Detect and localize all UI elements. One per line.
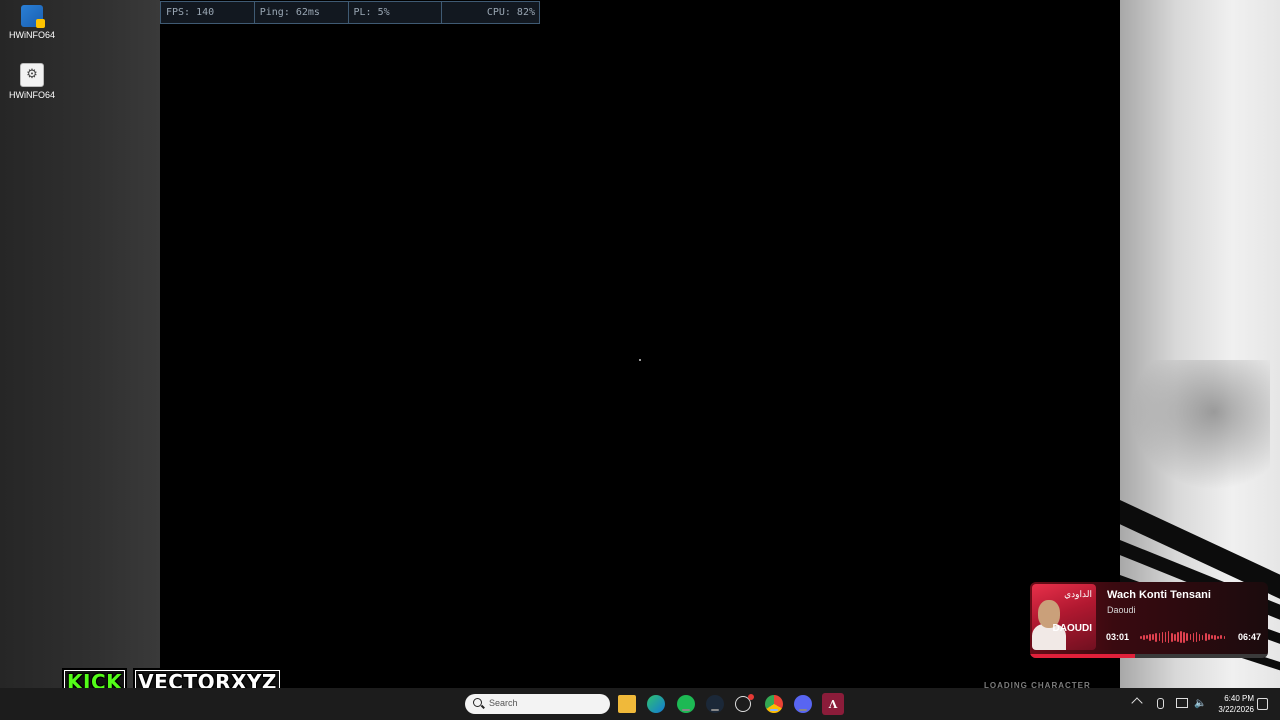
waveform-bar [1183, 631, 1185, 643]
notification-dot [748, 694, 754, 700]
waveform-bar [1223, 635, 1226, 639]
album-artist-text: DAOUDI [1052, 623, 1092, 634]
ping-readout: Ping: 62ms [255, 2, 349, 23]
microphone-icon[interactable] [1157, 698, 1164, 709]
waveform-bar [1204, 633, 1207, 641]
waveform-bar [1220, 635, 1223, 639]
waveform-bar [1192, 632, 1195, 642]
taskbar-search-box[interactable]: Search [465, 694, 610, 714]
song-artist: Daoudi [1107, 605, 1136, 615]
discord-icon[interactable] [794, 695, 812, 713]
desktop-icon-label: HWiNFO64 [8, 30, 55, 40]
waveform-bar [1208, 634, 1210, 640]
app-red-icon[interactable]: Λ [822, 693, 844, 715]
waveform-bar [1201, 634, 1204, 640]
waveform-bar [1217, 635, 1219, 639]
waveform-bar [1211, 635, 1213, 639]
notification-center-icon[interactable] [1257, 698, 1268, 710]
crosshair [639, 359, 641, 361]
network-icon[interactable] [1176, 698, 1188, 708]
steam-icon[interactable] [706, 695, 724, 713]
playback-progress [1030, 654, 1268, 658]
system-clock[interactable]: 6:40 PM 3/22/2026 [1208, 693, 1254, 715]
waveform-bar [1170, 632, 1173, 642]
waveform-bar [1167, 631, 1170, 643]
desktop-icon-label: HWiNFO64 [8, 90, 55, 100]
waveform-bar [1161, 631, 1164, 643]
desktop-icon-hwinfo[interactable]: HWiNFO64 [0, 5, 64, 40]
waveform-bar [1177, 632, 1179, 642]
desktop-icon-hwinfo-settings[interactable]: ⚙ HWiNFO64 [0, 63, 64, 100]
waveform-bar [1152, 634, 1154, 640]
tray-overflow-chevron-icon[interactable] [1131, 697, 1143, 709]
track-duration: 06:47 [1238, 632, 1262, 642]
waveform-bar [1164, 632, 1167, 642]
waveform-bar [1198, 633, 1201, 641]
file-explorer-icon[interactable] [618, 695, 636, 713]
elapsed-time: 03:01 [1106, 632, 1130, 642]
waveform-bar [1174, 633, 1176, 641]
desktop-wallpaper-left [0, 0, 160, 688]
waveform-bar [1189, 634, 1192, 640]
album-art: الداودي DAOUDI [1032, 584, 1096, 650]
cpu-readout: CPU: 82% [486, 7, 535, 18]
waveform-bar [1143, 634, 1145, 640]
chrome-icon[interactable] [765, 695, 783, 713]
waveform-bar [1186, 633, 1188, 641]
clock-time: 6:40 PM [1224, 694, 1254, 703]
performance-stats-bar: FPS: 140 Ping: 62ms PL: 5% CPU: 82% [160, 1, 540, 24]
clock-date: 3/22/2026 [1218, 705, 1254, 714]
fps-readout: FPS: 140 [161, 2, 255, 23]
waveform-bar [1149, 633, 1151, 641]
waveform-bar [1146, 635, 1148, 639]
waveform-bar [1155, 632, 1158, 642]
windows-start-icon[interactable] [439, 696, 456, 713]
song-title: Wach Konti Tensani [1107, 589, 1211, 601]
waveform-bar [1180, 631, 1182, 643]
playback-progress-fill [1030, 654, 1135, 658]
settings-file-icon: ⚙ [20, 63, 44, 87]
hwinfo-icon [21, 5, 45, 28]
edge-icon[interactable] [647, 695, 665, 713]
waveform-bar [1195, 632, 1198, 642]
search-placeholder: Search [489, 698, 518, 708]
game-viewport[interactable] [160, 0, 1120, 688]
audio-waveform [1140, 630, 1230, 644]
waveform-bar [1140, 635, 1142, 639]
search-icon [473, 698, 482, 707]
taskbar: Λ 🔈 [0, 688, 1280, 720]
spotify-icon[interactable] [677, 695, 695, 713]
packet-loss-readout: PL: 5% [349, 2, 443, 23]
now-playing-widget: الداودي DAOUDI Wach Konti Tensani Daoudi… [1030, 582, 1268, 658]
waveform-bar [1214, 634, 1216, 640]
volume-icon[interactable]: 🔈 [1194, 698, 1206, 709]
waveform-bar [1158, 633, 1161, 641]
